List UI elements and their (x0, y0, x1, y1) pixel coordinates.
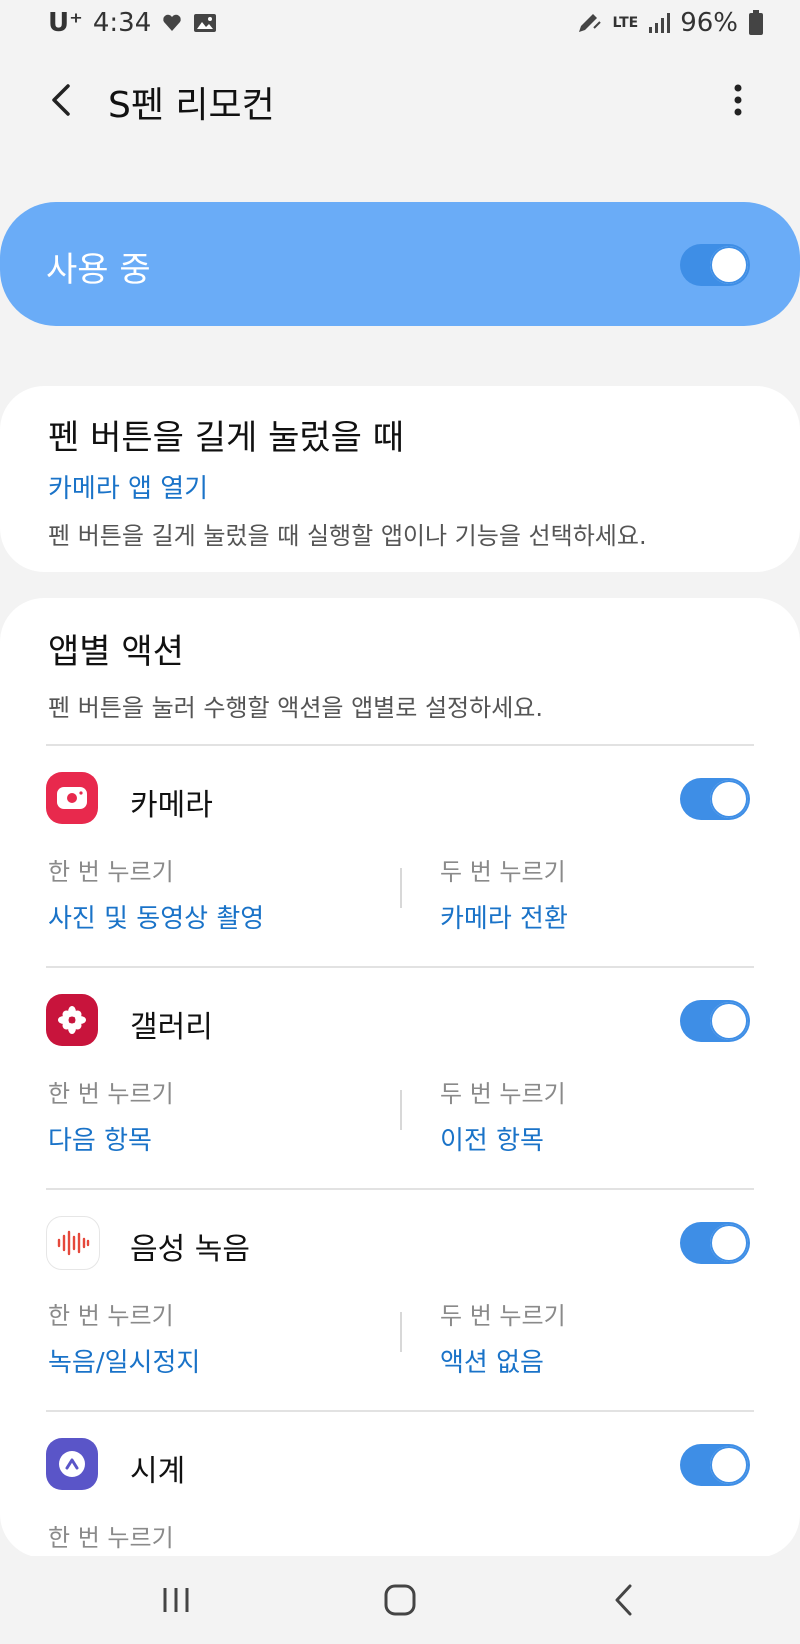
single-press-label: 한 번 누르기 (48, 858, 174, 886)
double-press-value[interactable]: 이전 항목 (440, 1120, 544, 1157)
column-separator (400, 1312, 402, 1352)
clock-time: 4:34 (92, 8, 152, 38)
more-vertical-icon (734, 84, 742, 116)
clock-toggle[interactable] (680, 1444, 750, 1486)
double-press-label: 두 번 누르기 (440, 1302, 566, 1330)
app-bar: S펜 리모컨 (0, 60, 800, 140)
status-left: U⁺ 4:34 (48, 8, 217, 38)
gallery-icon (46, 994, 98, 1046)
more-options-button[interactable] (716, 78, 760, 122)
long-press-description: 펜 버튼을 길게 눌렀을 때 실행할 앱이나 기능을 선택하세요. (48, 522, 647, 550)
home-icon (384, 1584, 416, 1616)
app-name: 음성 녹음 (130, 1232, 250, 1267)
single-press-label: 한 번 누르기 (48, 1524, 174, 1552)
divider (46, 1410, 754, 1412)
double-press-label: 두 번 누르기 (440, 1080, 566, 1108)
app-actions-title: 앱별 액션 (48, 632, 184, 672)
image-notification-icon (193, 12, 217, 34)
clock-icon (46, 1438, 98, 1490)
toggle-knob (710, 1446, 748, 1484)
master-toggle[interactable] (680, 244, 750, 286)
double-press-value[interactable]: 카메라 전환 (440, 898, 568, 935)
double-press-value[interactable]: 액션 없음 (440, 1342, 544, 1379)
back-button[interactable] (40, 78, 84, 122)
master-switch-bar[interactable]: 사용 중 (0, 202, 800, 326)
signal-icon (648, 12, 671, 34)
app-actions-description: 펜 버튼을 눌러 수행할 액션을 앱별로 설정하세요. (48, 694, 544, 722)
single-press-label: 한 번 누르기 (48, 1080, 174, 1108)
home-button[interactable] (370, 1578, 430, 1622)
back-arrow-icon (52, 84, 70, 116)
battery-percent: 96% (680, 8, 738, 38)
carrier-label: U⁺ (48, 8, 83, 38)
network-type: LTE (612, 15, 639, 31)
divider (46, 1188, 754, 1190)
single-press-value[interactable]: 사진 및 동영상 촬영 (48, 898, 264, 935)
long-press-value: 카메라 앱 열기 (48, 474, 209, 504)
long-press-card[interactable]: 펜 버튼을 길게 눌렀을 때 카메라 앱 열기 펜 버튼을 길게 눌렀을 때 실… (0, 386, 800, 572)
gallery-toggle[interactable] (680, 1000, 750, 1042)
navigation-bar (0, 1556, 800, 1644)
back-nav-icon (615, 1584, 632, 1616)
divider (46, 744, 754, 746)
page-title: S펜 리모컨 (108, 85, 275, 126)
back-nav-button[interactable] (594, 1578, 654, 1622)
app-name: 시계 (130, 1454, 186, 1489)
status-right: LTE 96% (576, 8, 764, 38)
recent-apps-button[interactable] (146, 1578, 206, 1622)
battery-icon (748, 10, 764, 36)
app-name: 갤러리 (130, 1010, 213, 1045)
double-press-label: 두 번 누르기 (440, 858, 566, 886)
toggle-knob (710, 1224, 748, 1262)
camera-toggle[interactable] (680, 778, 750, 820)
long-press-title: 펜 버튼을 길게 눌렀을 때 (48, 418, 405, 458)
recent-apps-icon (163, 1588, 189, 1612)
single-press-label: 한 번 누르기 (48, 1302, 174, 1330)
divider (46, 966, 754, 968)
status-bar: U⁺ 4:34 LTE 96% (0, 0, 800, 50)
pen-icon (576, 11, 602, 35)
voice-recorder-toggle[interactable] (680, 1222, 750, 1264)
heart-notification-icon (161, 12, 183, 34)
column-separator (400, 868, 402, 908)
toggle-knob (710, 246, 748, 284)
column-separator (400, 1090, 402, 1130)
master-switch-label: 사용 중 (46, 250, 151, 290)
toggle-knob (710, 780, 748, 818)
voice-recorder-icon (46, 1216, 100, 1270)
single-press-value[interactable]: 다음 항목 (48, 1120, 152, 1157)
app-actions-card: 앱별 액션 펜 버튼을 눌러 수행할 액션을 앱별로 설정하세요. 카메라 한 … (0, 598, 800, 1558)
app-name: 카메라 (130, 788, 213, 823)
camera-icon (46, 772, 98, 824)
single-press-value[interactable]: 녹음/일시정지 (48, 1342, 200, 1379)
toggle-knob (710, 1002, 748, 1040)
